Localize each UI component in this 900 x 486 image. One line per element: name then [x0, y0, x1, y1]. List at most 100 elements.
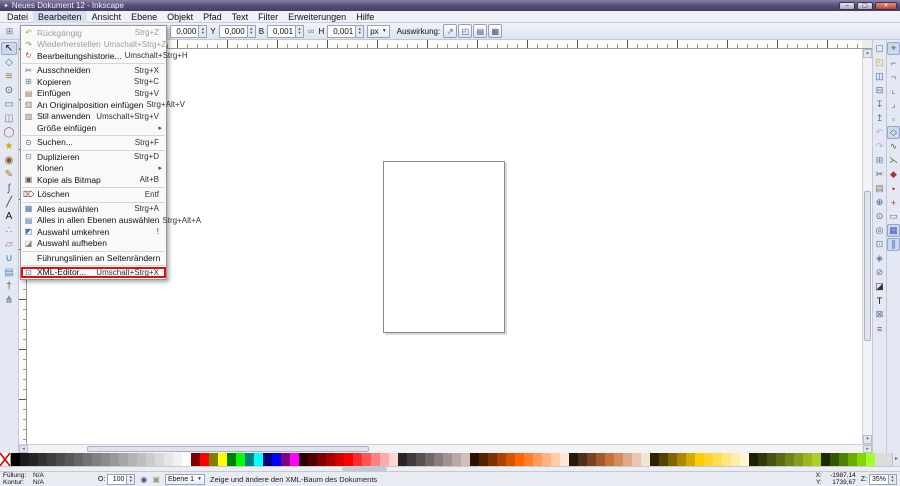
spray-tool[interactable]: ∴	[1, 224, 17, 237]
ellipse-tool[interactable]: ◯	[1, 126, 17, 139]
palette-scrollbar[interactable]	[0, 466, 900, 471]
color-swatch[interactable]	[497, 453, 506, 466]
menu-filter[interactable]: Filter	[253, 11, 283, 23]
snap-centers-toggle[interactable]: +	[887, 196, 900, 209]
menu-item-redo[interactable]: ↷ Wiederherstellen Umschalt+Strg+Z	[21, 39, 166, 51]
menu-item-paste-in-place[interactable]: ▥ An Originalposition einfügen Strg+Alt+…	[21, 99, 166, 111]
menu-erweiterungen[interactable]: Erweiterungen	[283, 11, 351, 23]
snap-paths-toggle[interactable]: ∿	[887, 140, 900, 153]
spinner-arrows-icon[interactable]: ▲▼	[295, 26, 303, 37]
scroll-right-icon[interactable]: ▸	[863, 445, 872, 453]
color-swatch[interactable]	[686, 453, 695, 466]
color-swatch[interactable]	[695, 453, 704, 466]
color-swatch[interactable]	[830, 453, 839, 466]
x-field[interactable]: 0,000▲▼	[170, 25, 207, 38]
menu-item-xml-editor[interactable]: ⊡ XML-Editor... Umschalt+Strg+X	[21, 267, 166, 279]
redo-button[interactable]: ↷	[873, 140, 886, 153]
color-swatch[interactable]	[299, 453, 308, 466]
color-swatch[interactable]	[587, 453, 596, 466]
color-swatch[interactable]	[668, 453, 677, 466]
snap-page-border-toggle[interactable]: ▭	[887, 210, 900, 223]
menu-item-paste-size[interactable]: Größe einfügen ▸	[21, 122, 166, 134]
menu-item-paste[interactable]: ▤ Einfügen Strg+V	[21, 88, 166, 100]
menu-datei[interactable]: Datei	[2, 11, 33, 23]
color-swatch[interactable]	[407, 453, 416, 466]
color-swatch[interactable]	[866, 453, 875, 466]
color-swatch[interactable]	[281, 453, 290, 466]
color-swatch[interactable]	[263, 453, 272, 466]
xml-editor-button[interactable]: ⊠	[873, 308, 886, 321]
align-dialog-button[interactable]: ≡	[873, 322, 886, 335]
color-swatch[interactable]	[632, 453, 641, 466]
color-swatch[interactable]	[38, 453, 47, 466]
spinner-arrows-icon[interactable]: ▲▼	[247, 26, 255, 37]
fill-stroke-dialog-button[interactable]: ◪	[873, 280, 886, 293]
color-swatch[interactable]	[245, 453, 254, 466]
menu-item-undo-history[interactable]: ↻ Bearbeitungshistorie... Umschalt+Strg+…	[21, 50, 166, 62]
menu-item-delete[interactable]: ⌦ Löschen Entf	[21, 189, 166, 201]
color-swatch[interactable]	[740, 453, 749, 466]
color-swatch[interactable]	[128, 453, 137, 466]
zoom-field[interactable]: 35%▲▼	[869, 474, 897, 485]
color-swatch[interactable]	[344, 453, 353, 466]
close-button[interactable]: ✕	[875, 2, 897, 10]
spiral-tool[interactable]: ◉	[1, 154, 17, 167]
menu-item-invert-selection[interactable]: ◩ Auswahl umkehren !	[21, 226, 166, 238]
color-swatch[interactable]	[605, 453, 614, 466]
cut-button[interactable]: ✂	[873, 168, 886, 181]
spinner-arrows-icon[interactable]: ▲▼	[126, 475, 134, 484]
scale-stroke-toggle[interactable]: ↗	[443, 24, 457, 38]
color-swatch[interactable]	[659, 453, 668, 466]
color-swatch[interactable]	[839, 453, 848, 466]
print-button[interactable]: ⊟	[873, 84, 886, 97]
eraser-tool[interactable]: ▱	[1, 238, 17, 251]
color-swatch[interactable]	[20, 453, 29, 466]
color-swatch[interactable]	[326, 453, 335, 466]
snap-master-toggle[interactable]: ⌖	[887, 42, 900, 55]
new-document-button[interactable]: ▢	[873, 42, 886, 55]
color-swatch[interactable]	[29, 453, 38, 466]
snap-bbox-toggle[interactable]: ⌐	[887, 56, 900, 69]
selector-tool[interactable]: ↖	[1, 42, 17, 55]
layer-select[interactable]: Ebene 1 ▼	[165, 474, 205, 485]
color-swatch[interactable]	[821, 453, 830, 466]
duplicate-button[interactable]: ⊡	[873, 238, 886, 251]
color-swatch[interactable]	[731, 453, 740, 466]
vertical-scrollbar[interactable]: ▴ ▾	[862, 49, 872, 444]
vertical-scroll-thumb[interactable]	[864, 191, 871, 341]
color-swatch[interactable]	[398, 453, 407, 466]
paste-button[interactable]: ▤	[873, 182, 886, 195]
calligraphy-tool[interactable]: ╱	[1, 196, 17, 209]
color-swatch[interactable]	[416, 453, 425, 466]
horizontal-scrollbar[interactable]: ◂ ▸	[19, 444, 872, 453]
node-tool[interactable]: ◇	[1, 56, 17, 69]
color-swatch[interactable]	[236, 453, 245, 466]
color-swatch[interactable]	[461, 453, 470, 466]
gradient-tool[interactable]: ▤	[1, 266, 17, 279]
menu-item-bitmap-copy[interactable]: ▣ Kopie als Bitmap Alt+B	[21, 174, 166, 186]
color-swatch[interactable]	[164, 453, 173, 466]
move-patterns-toggle[interactable]: ▦	[488, 24, 502, 38]
menu-ansicht[interactable]: Ansicht	[87, 11, 127, 23]
color-swatch[interactable]	[758, 453, 767, 466]
menu-item-guides-around-page[interactable]: Führungslinien an Seitenrändern	[21, 252, 166, 264]
save-button[interactable]: ◫	[873, 70, 886, 83]
color-swatch[interactable]	[56, 453, 65, 466]
color-swatch[interactable]	[569, 453, 578, 466]
color-swatch[interactable]	[425, 453, 434, 466]
minimize-button[interactable]: –	[839, 2, 855, 10]
color-swatch[interactable]	[155, 453, 164, 466]
color-swatch[interactable]	[578, 453, 587, 466]
color-swatch[interactable]	[434, 453, 443, 466]
menu-item-duplicate[interactable]: ⊡ Duplizieren Strg+D	[21, 151, 166, 163]
menu-item-undo[interactable]: ↶ Rückgängig Strg+Z	[21, 27, 166, 39]
spinner-arrows-icon[interactable]: ▲▼	[198, 26, 206, 37]
color-swatch[interactable]	[452, 453, 461, 466]
text-tool[interactable]: A	[1, 210, 17, 223]
snap-nodes-toggle[interactable]: ◇	[887, 126, 900, 139]
dropper-tool[interactable]: †	[1, 280, 17, 293]
copy-button[interactable]: ⊞	[873, 154, 886, 167]
menu-item-copy[interactable]: ⊞ Kopieren Strg+C	[21, 76, 166, 88]
color-swatch[interactable]	[209, 453, 218, 466]
snap-intersections-toggle[interactable]: ⋋	[887, 154, 900, 167]
